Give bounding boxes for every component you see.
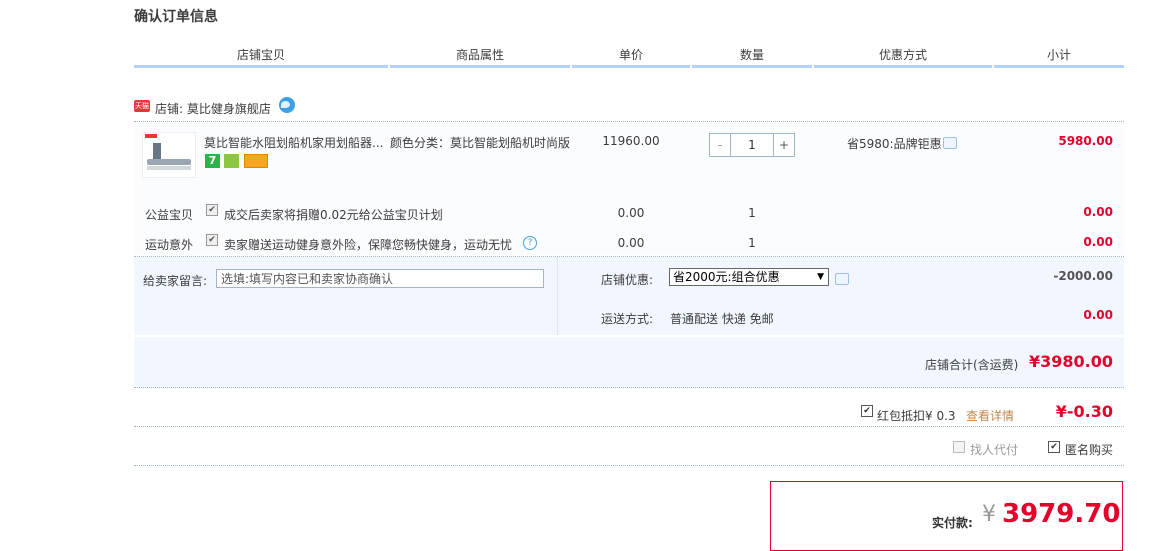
service-subtotal: 0.00 [1083, 235, 1113, 249]
product-name[interactable]: 莫比智能水阻划船机家用划船器... [204, 134, 384, 151]
column-header-discount: 优惠方式 [878, 48, 927, 62]
charity-checkbox[interactable]: ✔ [206, 204, 218, 216]
quantity-stepper: - 1 + [709, 133, 795, 157]
proxy-pay-checkbox[interactable] [953, 441, 965, 453]
divider [557, 257, 558, 335]
dropdown-arrow-icon: ▼ [817, 272, 824, 282]
discount-text: 省5980:品牌钜惠 [847, 137, 942, 151]
comment-icon[interactable] [835, 273, 849, 285]
product-thumbnail[interactable] [142, 132, 196, 178]
service-price: 0.00 [617, 236, 645, 250]
shop-discount-label: 店铺优惠: [601, 273, 654, 287]
red-packet-checkbox[interactable]: ✔ [861, 405, 873, 417]
shop-name[interactable]: 店铺: 莫比健身旗舰店 [155, 100, 271, 117]
page-title: 确认订单信息 [134, 9, 218, 25]
service-qty: 1 [748, 206, 756, 220]
quantity-increase-button[interactable]: + [773, 134, 794, 156]
seller-message-input[interactable]: 选填:填写内容已和卖家协商确认 [216, 269, 544, 288]
shop-discount-selected: 省2000元:组合优惠 [673, 270, 780, 284]
column-header-qty: 数量 [739, 48, 764, 62]
service-text: 成交后卖家将捐赠0.02元给公益宝贝计划 [224, 208, 443, 222]
tmall-badge-icon: 天猫 [134, 100, 150, 112]
seven-day-return-icon[interactable]: 7 [205, 154, 220, 168]
quantity-decrease-button[interactable]: - [710, 134, 731, 156]
shipping-label: 运送方式: [601, 312, 654, 326]
header-underline [994, 65, 1124, 68]
divider [134, 465, 1124, 466]
currency-symbol: ¥ [982, 502, 996, 527]
column-header-subtotal: 小计 [1046, 48, 1071, 62]
anonymous-label: 匿名购买 [1065, 443, 1114, 457]
header-underline [390, 65, 570, 68]
shipping-value: 普通配送 快递 免邮 [670, 312, 774, 326]
shipping-amount: 0.00 [1083, 308, 1113, 322]
insurance-checkbox[interactable]: ✔ [206, 234, 218, 246]
column-header-item: 店铺宝贝 [236, 48, 285, 62]
item-subtotal: 5980.00 [1058, 134, 1113, 148]
column-header-attr: 商品属性 [455, 48, 504, 62]
shop-total-label: 店铺合计(含运费) [925, 358, 1019, 372]
message-label: 给卖家留言: [143, 274, 208, 288]
payment-label: 实付款: [932, 516, 973, 530]
anonymous-checkbox[interactable]: ✔ [1048, 441, 1060, 453]
quantity-input[interactable]: 1 [731, 134, 773, 156]
service-subtotal: 0.00 [1083, 205, 1113, 219]
badge-icon[interactable] [224, 154, 239, 168]
column-header-price: 单价 [618, 48, 643, 62]
service-price: 0.00 [617, 206, 645, 220]
service-label: 运动意外 [145, 238, 194, 252]
product-attribute: 颜色分类：莫比智能划船机时尚版 [390, 136, 571, 150]
red-packet-details-link[interactable]: 查看详情 [966, 407, 1014, 424]
shop-discount-select[interactable]: 省2000元:组合优惠 ▼ [669, 268, 829, 286]
shop-total-value: ¥3980.00 [1028, 352, 1113, 371]
shop-discount-amount: -2000.00 [1053, 269, 1113, 283]
header-underline [572, 65, 690, 68]
header-underline [814, 65, 992, 68]
unit-price: 11960.00 [602, 134, 660, 148]
help-icon[interactable]: ? [523, 236, 537, 250]
red-packet-amount: ¥-0.30 [1055, 402, 1113, 421]
comment-icon[interactable] [943, 137, 957, 149]
service-text: 卖家赠送运动健身意外险，保障您畅快健身，运动无忧 [224, 238, 513, 252]
divider [134, 426, 1124, 427]
credit-card-icon[interactable] [244, 154, 268, 168]
payment-amount: 3979.70 [1002, 499, 1121, 529]
wangwang-chat-icon[interactable] [279, 97, 295, 113]
service-label: 公益宝贝 [145, 208, 194, 222]
proxy-pay-label: 找人代付 [970, 443, 1019, 457]
red-packet-label: 红包抵扣¥ 0.3 [877, 409, 956, 423]
header-underline [692, 65, 812, 68]
service-qty: 1 [748, 236, 756, 250]
header-underline [134, 65, 388, 68]
